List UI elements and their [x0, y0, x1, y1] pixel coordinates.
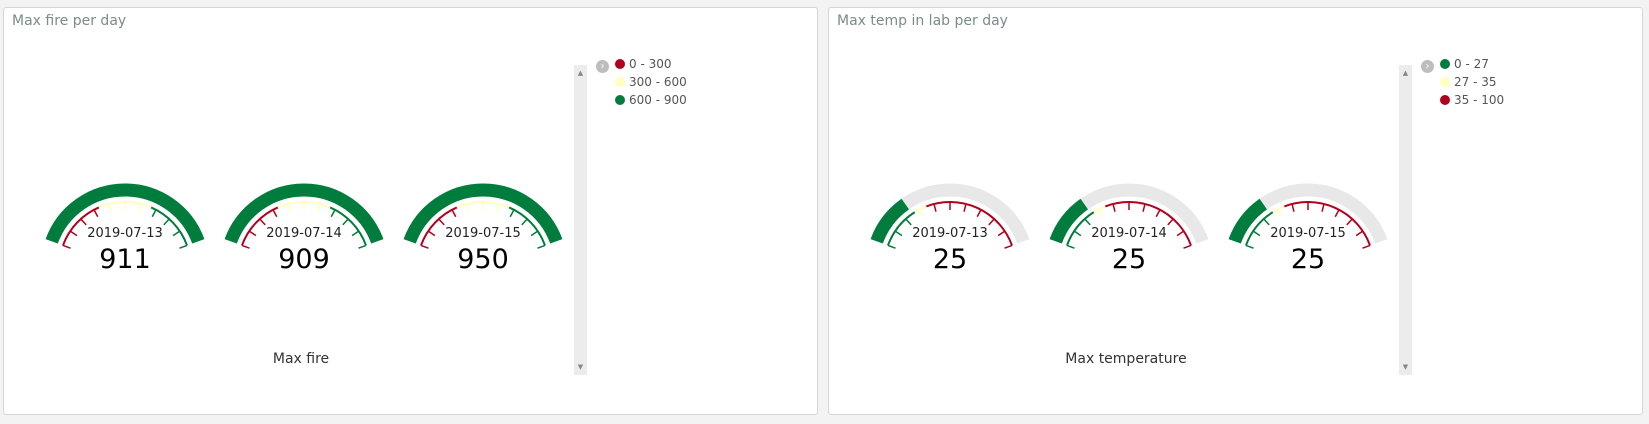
legend-swatch-icon: [615, 59, 625, 69]
legend-item[interactable]: 300 - 600: [615, 73, 687, 91]
gauge-tick: [330, 209, 336, 218]
legend-label: 0 - 300: [629, 57, 672, 71]
gauge: 2019-07-14 25: [1035, 156, 1223, 296]
gauge-tick: [151, 209, 157, 218]
gauge-tick: [1291, 203, 1295, 212]
gauge-tick: [521, 218, 528, 226]
gauge-tick: [138, 203, 142, 212]
gauge-tick: [1155, 209, 1161, 218]
gauge-tick: [342, 218, 349, 226]
panel-max-temp: Max temp in lab per day 2019-07-13 25 20…: [828, 7, 1643, 415]
legend-label: 300 - 600: [629, 75, 687, 89]
gauge-tick: [988, 218, 995, 226]
gauge-tick: [976, 209, 982, 218]
gauge-tick: [1084, 218, 1091, 226]
gauge-label: 2019-07-13: [912, 226, 988, 241]
panel-title: Max fire per day: [12, 13, 127, 29]
gauge-value: 909: [278, 244, 330, 275]
gauge-tick: [163, 218, 170, 226]
legend-swatch-icon: [615, 95, 625, 105]
legend-item[interactable]: 27 - 35: [1440, 73, 1504, 91]
gauge-tick: [80, 218, 87, 226]
legend-swatch-icon: [1440, 59, 1450, 69]
gauge-tick: [466, 203, 470, 212]
legend-item[interactable]: 0 - 300: [615, 55, 687, 73]
gauge-tick: [1276, 209, 1282, 218]
gauge-tick: [438, 218, 445, 226]
gauge-tick: [93, 209, 99, 218]
gauge-tick: [259, 218, 266, 226]
legend-toggle-icon[interactable]: ›: [1421, 60, 1434, 73]
gauge-label: 2019-07-14: [1091, 226, 1167, 241]
gauge-tick: [287, 203, 291, 212]
gauge-label: 2019-07-14: [266, 226, 342, 241]
gauge: 2019-07-13 25: [856, 156, 1044, 296]
legend-scrollbar[interactable]: ▲ ▼: [574, 65, 587, 375]
legend-swatch-icon: [1440, 95, 1450, 105]
legend-item[interactable]: 35 - 100: [1440, 91, 1504, 109]
panel-max-fire: Max fire per day 2019-07-13 911 2019-07-…: [3, 7, 818, 415]
gauge-tick: [1334, 209, 1340, 218]
gauge-label: 2019-07-15: [1270, 226, 1346, 241]
legend-label: 27 - 35: [1454, 75, 1497, 89]
gauge-tick: [1097, 209, 1103, 218]
gauge-label: 2019-07-15: [445, 226, 521, 241]
legend: 0 - 300 300 - 600 600 - 900: [615, 55, 687, 109]
gauge-value: 25: [1290, 244, 1326, 275]
legend-label: 600 - 900: [629, 93, 687, 107]
legend: 0 - 27 27 - 35 35 - 100: [1440, 55, 1504, 109]
gauge: 2019-07-15 25: [1214, 156, 1402, 296]
legend-scrollbar[interactable]: ▲ ▼: [1399, 65, 1412, 375]
gauge-tick: [1263, 218, 1270, 226]
scroll-down-arrow-icon[interactable]: ▼: [574, 361, 587, 373]
gauge-tick: [1167, 218, 1174, 226]
gauge-tick: [108, 203, 112, 212]
gauge-tick: [933, 203, 937, 212]
gauge-tick: [905, 218, 912, 226]
legend-label: 0 - 27: [1454, 57, 1489, 71]
gauge-value: 911: [99, 244, 151, 275]
gauge-tick: [272, 209, 278, 218]
axis-title: Max fire: [272, 351, 330, 367]
gauge-value: 25: [1111, 244, 1147, 275]
gauge: 2019-07-14 909: [210, 156, 398, 296]
axis-title: Max temperature: [1065, 351, 1187, 367]
gauge-tick: [496, 203, 500, 212]
gauge-tick: [451, 209, 457, 218]
gauge-value: 25: [932, 244, 968, 275]
gauge: 2019-07-15 950: [389, 156, 577, 296]
panel-title: Max temp in lab per day: [837, 13, 1008, 29]
scroll-up-arrow-icon[interactable]: ▲: [574, 67, 587, 79]
gauge-tick: [509, 209, 515, 218]
gauge-tick: [317, 203, 321, 212]
gauge-tick: [1346, 218, 1353, 226]
legend-label: 35 - 100: [1454, 93, 1505, 107]
legend-swatch-icon: [615, 77, 625, 87]
legend-toggle-icon[interactable]: ›: [596, 60, 609, 73]
gauge-tick: [1142, 203, 1146, 212]
gauge-tick: [1112, 203, 1116, 212]
scroll-up-arrow-icon[interactable]: ▲: [1399, 67, 1412, 79]
legend-item[interactable]: 600 - 900: [615, 91, 687, 109]
gauge-tick: [1321, 203, 1325, 212]
gauge-label: 2019-07-13: [87, 226, 163, 241]
legend-swatch-icon: [1440, 77, 1450, 87]
gauge-tick: [918, 209, 924, 218]
scroll-down-arrow-icon[interactable]: ▼: [1399, 361, 1412, 373]
gauge-tick: [963, 203, 967, 212]
gauge: 2019-07-13 911: [31, 156, 219, 296]
gauge-value: 950: [457, 244, 509, 275]
legend-item[interactable]: 0 - 27: [1440, 55, 1504, 73]
